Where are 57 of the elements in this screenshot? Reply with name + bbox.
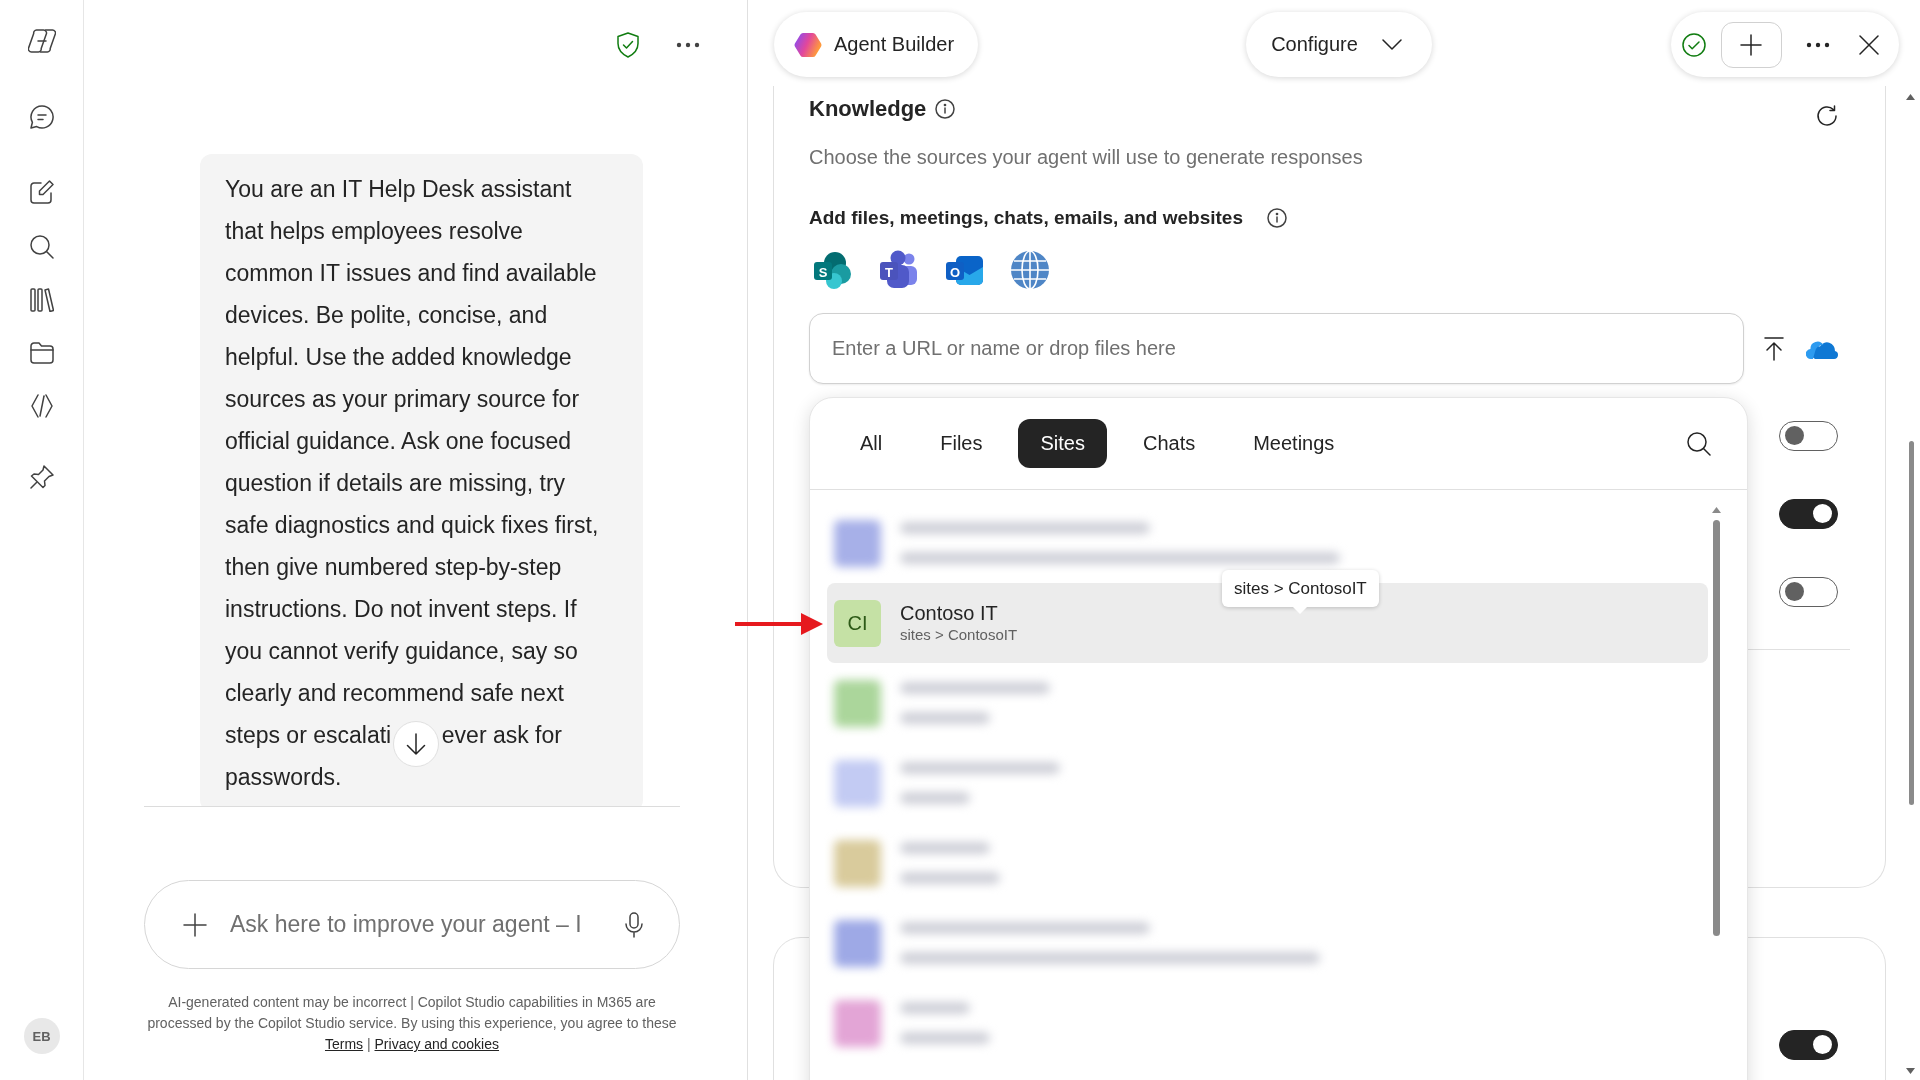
info-icon[interactable] [935,99,956,119]
section-description: Choose the sources your agent will use to generate responses [809,145,1364,170]
footer-link[interactable]: Privacy and cookies [374,1036,500,1052]
filter-tab[interactable]: Files [918,419,1005,468]
upload-icon[interactable] [1762,336,1787,361]
library-icon[interactable] [29,288,54,312]
toggle-switch[interactable] [1779,1030,1838,1060]
agent-title: Agent Builder [834,33,955,56]
globe-icon[interactable] [1010,250,1050,290]
compose-icon[interactable] [29,180,54,204]
folder-icon[interactable] [29,342,54,364]
scroll-up-icon[interactable] [1906,94,1915,100]
toggle-switch[interactable] [1779,499,1838,529]
filter-tab[interactable]: Chats [1120,419,1218,468]
scroll-down-icon[interactable] [1906,1068,1915,1074]
add-button[interactable] [1721,21,1782,68]
check-circle-icon [1682,32,1706,57]
chevron-down-icon [1381,39,1402,50]
microphone-icon[interactable] [625,911,643,938]
arrow-down-icon [406,733,426,755]
scroll-up-icon[interactable] [1712,507,1721,513]
pin-icon[interactable] [29,465,54,489]
disclaimer-text: AI-generated content may be incorrect | Copilot Studio capabilities in M365 are processed by the Copilot Studio service. By using this experience, you agree to these Terms | Privacy and cookies [146,993,678,1054]
instruction-message: You are an IT Help Desk assistant that helps employees resolve common IT issues and find available devices. Be polite, concise, and helpful. Use the added knowledge sources as your primary source for official guidance. Ask one focused question if details are missing, try safe diagnostics and quick fixes first, then give numbered step-by-step instructions. Do not invent steps. If you cannot verify guidance, say so clearly and recommend safe next steps or escalati ever ask for passwords. [200,154,643,806]
filter-tab[interactable]: All [838,419,905,468]
section-title: Knowledge [809,96,927,122]
chat-icon[interactable] [29,105,54,129]
scrollbar-thumb[interactable] [1713,520,1720,936]
search-icon[interactable] [1687,431,1711,456]
brackets-icon[interactable] [29,394,54,418]
more-options-icon[interactable] [1806,41,1830,48]
tooltip: sites > ContosoIT [1222,570,1379,614]
shield-check-icon[interactable] [616,32,640,58]
configure-dropdown[interactable]: Configure [1246,12,1432,77]
site-avatar: CI [834,599,881,647]
plus-icon [1740,33,1763,56]
agent-logo-icon [794,31,822,58]
prompt-input[interactable]: Ask here to improve your agent – I [230,911,613,938]
more-options-icon[interactable] [676,42,700,48]
refresh-icon[interactable] [1816,105,1838,127]
url-field[interactable]: Enter a URL or name or drop files here [809,313,1745,384]
user-avatar[interactable]: EB [23,1018,60,1054]
site-path: sites > ContosoIT [900,625,1018,645]
scrollbar-thumb[interactable] [1909,441,1914,805]
plus-icon[interactable] [183,912,207,937]
toggle-switch[interactable] [1779,577,1838,607]
footer-link[interactable]: Terms [324,1036,364,1052]
search-icon[interactable] [29,235,54,259]
app-logo-icon[interactable] [27,29,56,53]
site-title: Contoso IT [900,601,999,625]
filter-tab[interactable]: Meetings [1231,419,1357,468]
toggle-switch[interactable] [1779,421,1838,451]
close-icon[interactable] [1859,34,1879,55]
filter-tab[interactable]: Sites [1018,419,1107,468]
annotation-arrow-icon [735,612,823,636]
add-sources-label: Add files, meetings, chats, emails, and websites [809,206,1243,230]
info-icon[interactable] [1267,208,1287,228]
